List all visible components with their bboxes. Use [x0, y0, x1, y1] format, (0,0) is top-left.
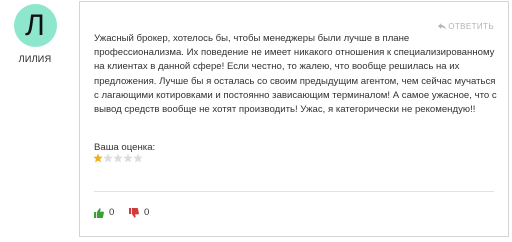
avatar-initial: Л — [13, 4, 57, 47]
dislike-count: 0 — [144, 207, 150, 218]
like-button[interactable]: 0 — [94, 207, 114, 218]
review-text: Ужасный брокер, хотелось бы, чтобы менед… — [94, 33, 497, 116]
star-icon[interactable] — [93, 153, 103, 163]
like-count: 0 — [109, 207, 115, 218]
reply-label: ОТВЕТИТЬ — [448, 22, 494, 31]
rating-stars — [93, 153, 143, 163]
review-card: ОТВЕТИТЬ Ужасный брокер, хотелось бы, чт… — [79, 1, 509, 237]
thumbs-up-icon — [94, 207, 104, 218]
star-icon[interactable] — [123, 153, 133, 163]
divider — [94, 191, 494, 192]
star-icon[interactable] — [103, 153, 113, 163]
reply-arrow-icon — [438, 23, 447, 30]
rating-label: Ваша оценка: — [94, 142, 156, 153]
author-name: ЛИЛИЯ — [18, 54, 52, 64]
avatar: Л — [3, 4, 67, 48]
thumbs-down-icon — [129, 207, 139, 218]
star-icon[interactable] — [113, 153, 123, 163]
reply-link[interactable]: ОТВЕТИТЬ — [438, 22, 494, 31]
star-icon[interactable] — [133, 153, 143, 163]
dislike-button[interactable]: 0 — [129, 207, 149, 218]
